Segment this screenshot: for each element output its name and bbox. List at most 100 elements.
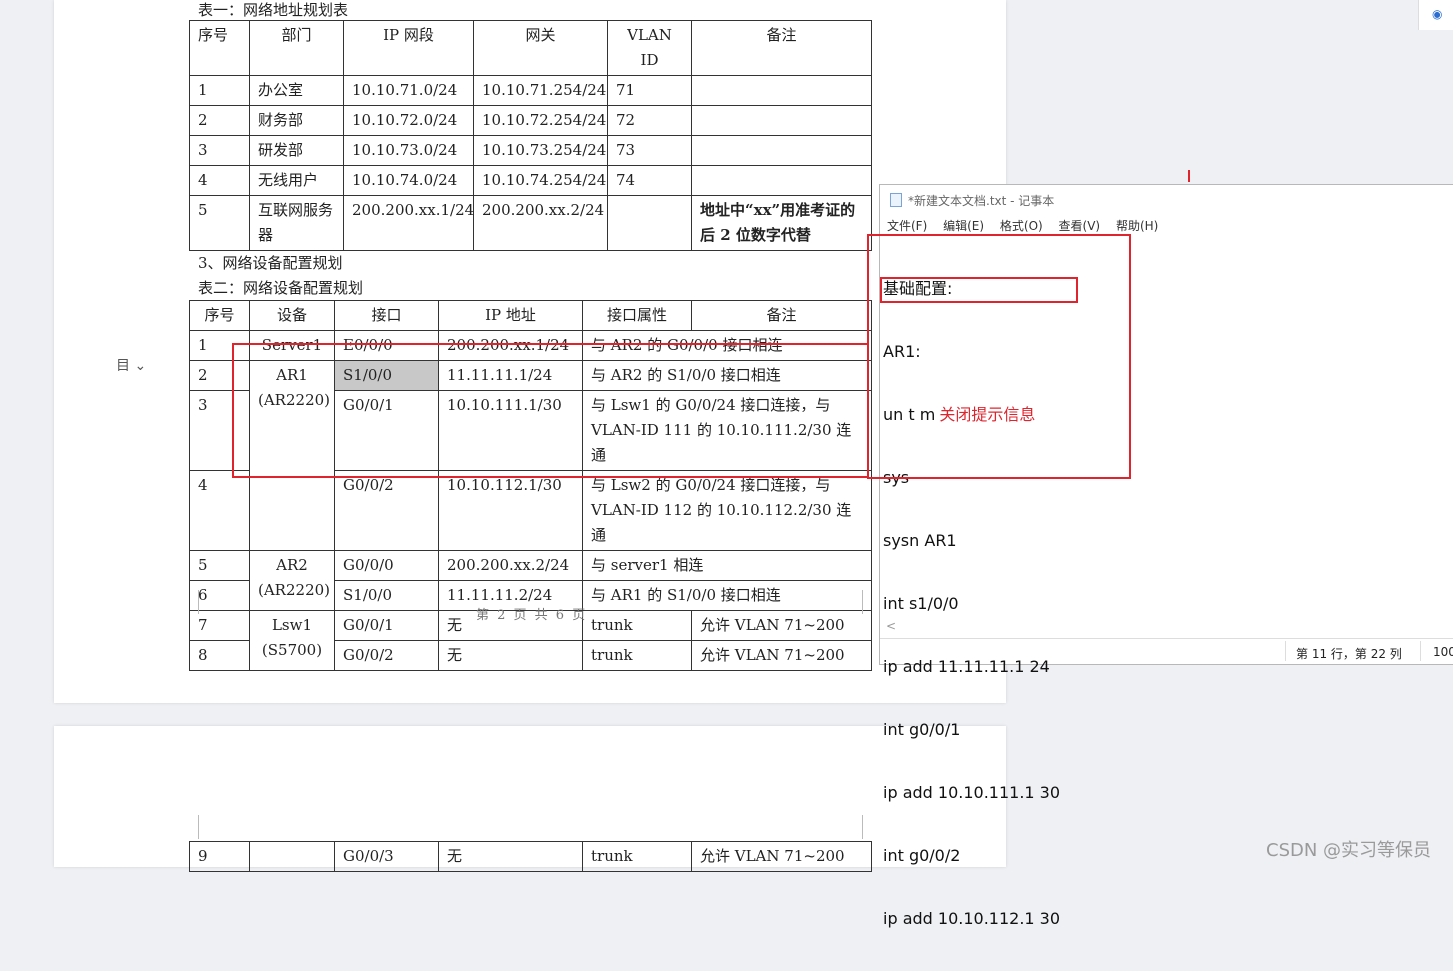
device-name: Lsw1: [271, 616, 313, 634]
table2-caption: 表二：网络设备配置规划: [198, 279, 364, 297]
text-line: ip add 10.10.112.1 30: [883, 909, 1061, 928]
header-cell: 备注: [691, 20, 872, 76]
text-line: int g0/0/2: [883, 846, 961, 865]
divider: [1285, 641, 1286, 661]
cell: 与 server1 相连: [582, 550, 872, 581]
header-cell: 设备: [249, 300, 335, 331]
horizontal-scrollbar[interactable]: <: [880, 619, 1453, 635]
cell: 4: [189, 165, 250, 196]
cell: [691, 105, 872, 136]
device-name: AR2: [276, 556, 308, 574]
divider: [1420, 641, 1421, 661]
header-cell: 备注: [691, 300, 872, 331]
notepad-file-icon: [890, 193, 902, 207]
cell: G0/0/1: [334, 610, 439, 641]
menu-view[interactable]: 查看(V): [1059, 219, 1101, 233]
cell: 无: [438, 841, 583, 872]
text-line: ip add 10.10.111.1 30: [883, 783, 1061, 802]
side-panel-tab[interactable]: ◉: [1418, 0, 1453, 30]
header-cell: 序号: [189, 20, 250, 76]
table-header-row: 序号 部门 IP 网段 网关 VLAN ID 备注: [189, 20, 872, 76]
cell: 无: [438, 640, 583, 671]
cell: 9: [189, 841, 250, 872]
header-cell: 部门: [249, 20, 344, 76]
status-bar: 第 11 行，第 22 列 100: [880, 638, 1453, 665]
cell: 财务部: [249, 105, 344, 136]
highlight-box-ar1-rows: [232, 343, 869, 478]
table-row: 9 G0/0/3 无 trunk 允许 VLAN 71~200: [189, 841, 872, 872]
cell: [691, 75, 872, 106]
menu-edit[interactable]: 编辑(E): [943, 219, 984, 233]
list-icon[interactable]: 目 ⌄: [116, 355, 146, 375]
cell: 5: [189, 550, 250, 581]
device-cell-ar2: AR2 (AR2220): [249, 550, 335, 611]
cell: 允许 VLAN 71~200: [691, 841, 872, 872]
table-row: 5 互联网服务器 200.200.xx.1/24 200.200.xx.2/24…: [189, 195, 872, 251]
window-title: *新建文本文档.txt - 记事本: [890, 192, 1054, 209]
cell: 与 Lsw2 的 G0/0/24 接口连接，与 VLAN-ID 112 的 10…: [582, 470, 872, 551]
device-model: (S5700): [261, 641, 323, 659]
cell: G0/0/2: [334, 470, 439, 551]
table-row: 2 财务部 10.10.72.0/24 10.10.72.254/24 72: [189, 105, 872, 136]
cell: 10.10.71.254/24: [473, 75, 608, 106]
cell: 71: [607, 75, 692, 106]
header-cell: 序号: [189, 300, 250, 331]
device-config-table-continued: 9 G0/0/3 无 trunk 允许 VLAN 71~200: [189, 841, 872, 872]
cell: 5: [189, 195, 250, 251]
cell: trunk: [582, 841, 692, 872]
table1-caption: 表一：网络地址规划表: [198, 1, 349, 19]
cell: 10.10.71.0/24: [343, 75, 474, 106]
cell: 10.10.74.0/24: [343, 165, 474, 196]
title-text: *新建文本文档.txt - 记事本: [908, 194, 1055, 208]
page-footer: 第 2 页 共 6 页: [476, 608, 588, 623]
table-row: 1 办公室 10.10.71.0/24 10.10.71.254/24 71: [189, 75, 872, 106]
cell: [607, 195, 692, 251]
cell: 允许 VLAN 71~200: [691, 640, 872, 671]
header-cell: 接口: [334, 300, 439, 331]
cell: 7: [189, 610, 250, 641]
cell: 1: [189, 75, 250, 106]
cell: 8: [189, 640, 250, 671]
header-cell: 网关: [473, 20, 608, 76]
cell: 互联网服务器: [249, 195, 344, 251]
device-model: (AR2220): [258, 581, 331, 599]
cell: G0/0/0: [334, 550, 439, 581]
header-cell: IP 网段: [343, 20, 474, 76]
cell: 10.10.73.254/24: [473, 135, 608, 166]
margin-mark: [186, 815, 199, 839]
cell: [691, 135, 872, 166]
cell: S1/0/0: [334, 580, 439, 611]
menu-format[interactable]: 格式(O): [1000, 219, 1043, 233]
cell: 73: [607, 135, 692, 166]
text-line: int s1/0/0: [883, 594, 959, 613]
highlight-box-un-t-m: [880, 277, 1078, 303]
menu-help[interactable]: 帮助(H): [1116, 219, 1158, 233]
scroll-left-icon[interactable]: <: [886, 619, 896, 633]
cursor-position: 第 11 行，第 22 列: [1296, 647, 1402, 661]
table-header-row: 序号 设备 接口 IP 地址 接口属性 备注: [189, 300, 872, 331]
cell: trunk: [582, 610, 692, 641]
cell: 200.200.xx.2/24: [438, 550, 583, 581]
cell: 72: [607, 105, 692, 136]
menu-bar: 文件(F) 编辑(E) 格式(O) 查看(V) 帮助(H): [887, 217, 1170, 234]
cell: 2: [189, 105, 250, 136]
table-row: 5 AR2 (AR2220) G0/0/0 200.200.xx.2/24 与 …: [189, 550, 872, 611]
menu-file[interactable]: 文件(F): [887, 219, 927, 233]
cell: 研发部: [249, 135, 344, 166]
cell: 10.10.72.0/24: [343, 105, 474, 136]
location-pin-icon: ◉: [1432, 7, 1443, 21]
section-heading: 3、网络设备配置规划: [198, 254, 343, 272]
cell: 10.10.72.254/24: [473, 105, 608, 136]
text-line: int g0/0/1: [883, 720, 961, 739]
cell: G0/0/2: [334, 640, 439, 671]
table-row: 4 无线用户 10.10.74.0/24 10.10.74.254/24 74: [189, 165, 872, 196]
device-cell-lsw1: Lsw1 (S5700): [249, 610, 335, 671]
cell: 3: [189, 135, 250, 166]
margin-mark: [862, 815, 875, 839]
cell: G0/0/3: [334, 841, 439, 872]
cell: trunk: [582, 640, 692, 671]
cell: 4: [189, 470, 250, 551]
cell: [249, 841, 335, 872]
header-cell: VLAN ID: [607, 20, 692, 76]
cell: 10.10.112.1/30: [438, 470, 583, 551]
